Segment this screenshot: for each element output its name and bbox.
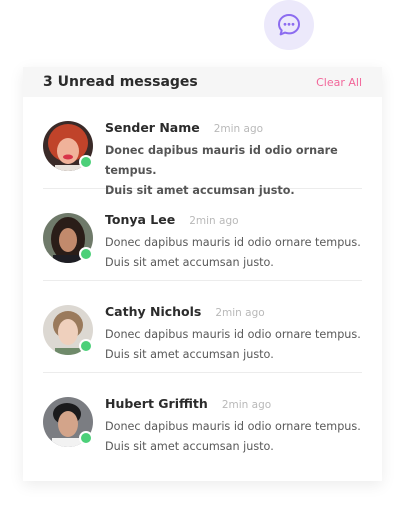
chat-bubble-icon <box>278 14 300 36</box>
notifications-panel: 3 Unread messages Clear All Sender Name … <box>23 67 382 481</box>
online-status-dot <box>79 339 93 353</box>
avatar <box>43 305 93 355</box>
clear-all-link[interactable]: Clear All <box>316 76 362 89</box>
sender-name: Sender Name <box>105 120 200 135</box>
message-item[interactable]: Cathy Nichols 2min ago Donec dapibus mau… <box>43 281 362 373</box>
avatar <box>43 121 93 171</box>
message-line: Donec dapibus mauris id odio ornare temp… <box>105 420 361 433</box>
message-time: 2min ago <box>221 399 272 411</box>
panel-header: 3 Unread messages Clear All <box>23 67 382 97</box>
message-list: Sender Name 2min ago Donec dapibus mauri… <box>23 97 382 465</box>
online-status-dot <box>79 155 93 169</box>
message-item[interactable]: Sender Name 2min ago Donec dapibus mauri… <box>43 97 362 197</box>
message-line: Donec dapibus mauris id odio ornare temp… <box>105 236 361 249</box>
online-status-dot <box>79 431 93 445</box>
panel-title: 3 Unread messages <box>43 74 198 90</box>
message-line: Duis sit amet accumsan justo. <box>105 256 274 269</box>
message-preview: Donec dapibus mauris id odio ornare temp… <box>105 233 362 273</box>
message-preview: Donec dapibus mauris id odio ornare temp… <box>105 325 362 365</box>
sender-name: Cathy Nichols <box>105 304 202 319</box>
message-line: Duis sit amet accumsan justo. <box>105 348 274 361</box>
message-item[interactable]: Tonya Lee 2min ago Donec dapibus mauris … <box>43 189 362 281</box>
message-line: Donec dapibus mauris id odio ornare temp… <box>105 328 361 341</box>
avatar <box>43 213 93 263</box>
message-time: 2min ago <box>213 123 264 135</box>
sender-name: Tonya Lee <box>105 212 176 227</box>
message-line: Duis sit amet accumsan justo. <box>105 440 274 453</box>
sender-name: Hubert Griffith <box>105 396 208 411</box>
avatar <box>43 397 93 447</box>
message-line: Donec dapibus mauris id odio ornare temp… <box>105 144 338 177</box>
message-time: 2min ago <box>189 215 239 227</box>
page: 3 Unread messages Clear All Sender Name … <box>0 0 405 507</box>
online-status-dot <box>79 247 93 261</box>
chat-toggle-button[interactable] <box>264 0 314 50</box>
message-time: 2min ago <box>215 307 265 319</box>
message-preview: Donec dapibus mauris id odio ornare temp… <box>105 417 362 457</box>
message-item[interactable]: Hubert Griffith 2min ago Donec dapibus m… <box>43 373 362 465</box>
